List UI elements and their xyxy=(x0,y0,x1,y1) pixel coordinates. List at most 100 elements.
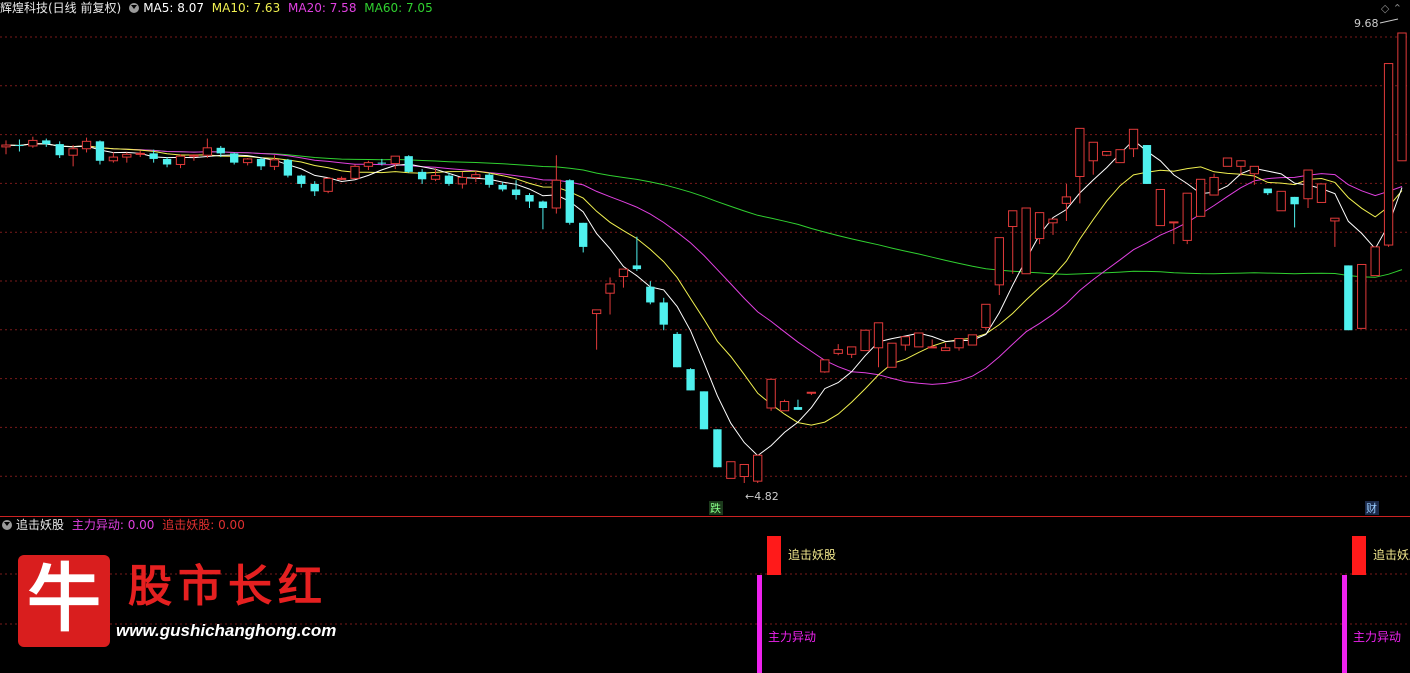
price-chart[interactable]: 9.68 ←4.82 跌 财 xyxy=(0,0,1410,516)
candle-body-down xyxy=(444,175,454,184)
candle xyxy=(1209,173,1219,196)
watermark-logo: 牛 股市长红 www.gushichanghong.com xyxy=(18,555,358,655)
candle-body-up xyxy=(68,148,78,156)
candle-body-up xyxy=(900,336,911,346)
dropdown-icon[interactable] xyxy=(129,3,140,13)
candle-body-up xyxy=(860,329,870,352)
candle-body-up xyxy=(1236,160,1246,167)
indicator-name[interactable]: 追击妖股 xyxy=(16,518,64,532)
candle-body-up xyxy=(457,176,468,185)
candle xyxy=(323,177,333,194)
candle xyxy=(954,338,964,351)
candle-body-up xyxy=(1357,263,1367,329)
candle xyxy=(538,200,548,230)
candle-body-down xyxy=(283,159,293,176)
chase-signal-label: 追击妖股 xyxy=(788,547,836,562)
candle xyxy=(297,174,306,188)
candle-body-up xyxy=(390,155,400,165)
ma60-line xyxy=(5,143,1403,278)
candle-body-up xyxy=(927,346,937,349)
candle xyxy=(95,140,105,165)
candle-body-up xyxy=(108,156,119,162)
candle-body-down xyxy=(538,201,548,208)
low-marker-text: 跌 xyxy=(710,501,721,515)
candle-body-down xyxy=(230,153,239,163)
candle-body-down xyxy=(162,158,172,165)
candle xyxy=(1236,160,1246,176)
candle-body-down xyxy=(1290,196,1299,205)
candle-body-up xyxy=(820,359,830,373)
candle xyxy=(1316,183,1327,203)
candle-body-up xyxy=(1303,169,1313,200)
candle-body-down xyxy=(310,183,319,192)
candle-body-down xyxy=(672,333,682,368)
candle-body-up xyxy=(336,177,347,180)
candle xyxy=(981,303,991,330)
candle-body-down xyxy=(511,189,521,196)
candle xyxy=(1008,210,1018,274)
candle xyxy=(417,169,427,184)
candle xyxy=(1,140,11,155)
candle-body-up xyxy=(1182,192,1192,241)
candle-body-down xyxy=(1142,145,1152,184)
candle-body-down xyxy=(659,302,668,325)
candle-body-down xyxy=(525,195,534,202)
chevron-up-icon[interactable]: ⌃ xyxy=(1393,2,1402,15)
candle-body-up xyxy=(189,154,199,157)
candle-body-up xyxy=(1276,190,1286,212)
candle-body-down xyxy=(632,265,642,270)
chart-controls[interactable]: ◇ ⌃ xyxy=(1381,2,1402,15)
indicator-dropdown-icon[interactable] xyxy=(2,520,12,530)
candle xyxy=(873,322,884,368)
candle-body-up xyxy=(1008,210,1018,228)
candle-body-up xyxy=(766,378,776,409)
candle xyxy=(135,150,145,158)
ma10-value: MA10: 7.63 xyxy=(211,1,281,15)
candle xyxy=(618,268,629,288)
diamond-icon[interactable]: ◇ xyxy=(1381,2,1389,15)
candle-body-down xyxy=(149,153,158,159)
stock-title[interactable]: 辉煌科技(日线 前复权) xyxy=(0,1,121,15)
main-force-signal-bar xyxy=(757,575,762,673)
main-chart-header: 辉煌科技(日线 前复权) MA5: 8.07 MA10: 7.63 MA20: 7… xyxy=(0,0,437,16)
candle-body-up xyxy=(175,155,186,165)
candle-body-up xyxy=(1075,127,1085,178)
candle-body-down xyxy=(579,222,588,247)
candle-body-up xyxy=(618,268,629,278)
candle-body-up xyxy=(914,332,924,348)
indicator-header: 追击妖股 主力异动: 0.00 追击妖股: 0.00 xyxy=(0,517,249,533)
candle xyxy=(820,359,830,373)
candle-body-up xyxy=(471,174,481,178)
candle xyxy=(1222,157,1233,167)
candle-body-up xyxy=(1061,196,1072,204)
candle-body-up xyxy=(591,309,602,315)
candle xyxy=(591,309,602,350)
candle xyxy=(672,332,682,368)
candle-body-down xyxy=(377,162,387,164)
candle-body-up xyxy=(202,147,213,156)
chase-signal-bar xyxy=(1352,536,1366,575)
chase-value: 追击妖股: 0.00 xyxy=(162,518,245,532)
candle xyxy=(793,399,803,410)
candle-body-up xyxy=(430,175,441,180)
candle xyxy=(967,334,978,346)
candle xyxy=(1276,190,1286,212)
candle-body-up xyxy=(994,237,1004,286)
candle-body-up xyxy=(551,179,562,209)
candle xyxy=(471,170,481,183)
watermark-title: 股市长红 xyxy=(128,561,328,612)
candle xyxy=(269,155,280,171)
candle xyxy=(994,237,1004,296)
chase-signal-bar xyxy=(767,536,781,575)
candle-body-down xyxy=(42,140,51,145)
candle-body-up xyxy=(1383,63,1394,246)
candle-body-up xyxy=(1195,178,1206,217)
candle-body-up xyxy=(1169,221,1179,224)
candle xyxy=(363,160,374,171)
candle xyxy=(551,155,562,214)
candle xyxy=(230,152,239,165)
candle-body-up xyxy=(1155,188,1166,227)
candle-body-up xyxy=(873,322,884,349)
candle-body-up xyxy=(981,303,991,328)
candle-body-down xyxy=(686,369,695,391)
